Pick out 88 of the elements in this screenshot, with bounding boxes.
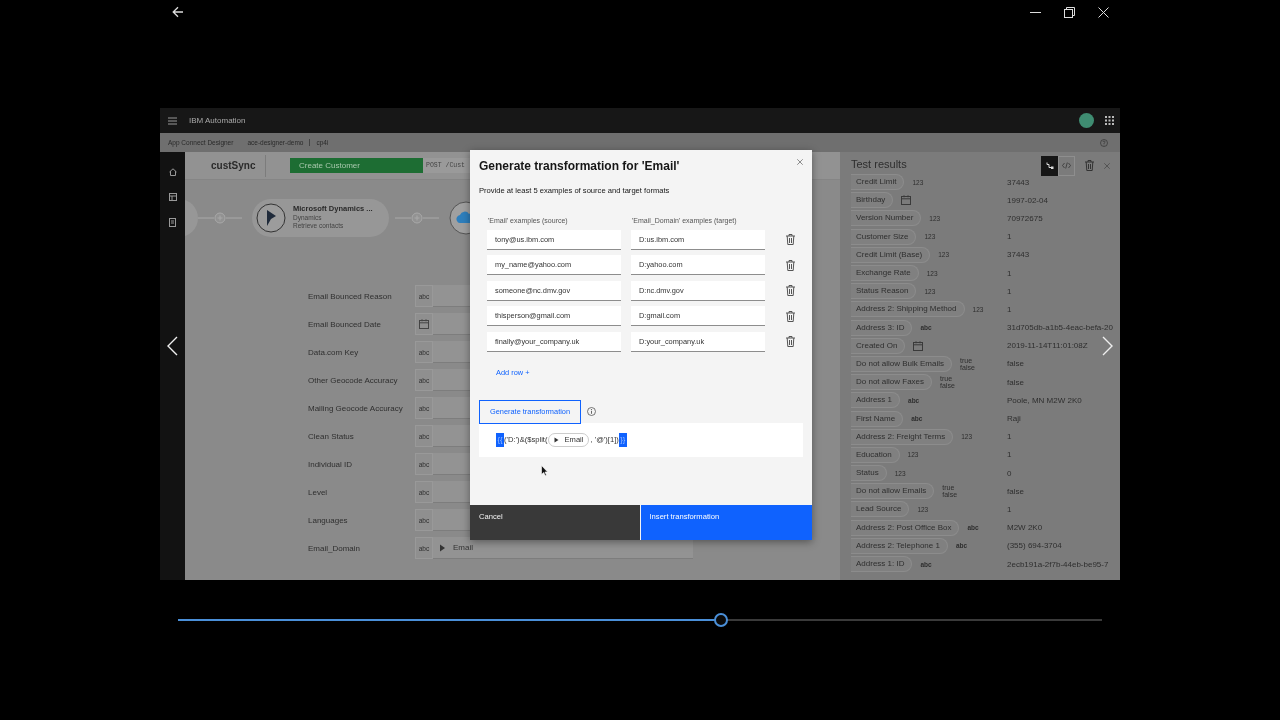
field-tag: Customer Size [851, 228, 917, 245]
field-label: Email Bounced Date [308, 319, 382, 329]
field-tag: Address 2: Telephone 1 [851, 537, 948, 554]
dynamics-logo-icon [256, 203, 286, 233]
field-tag: Lead Source [851, 501, 910, 518]
seek-handle[interactable] [714, 613, 729, 627]
calendar-icon [901, 195, 912, 206]
delete-icon[interactable] [786, 285, 795, 296]
field-value: false [1007, 377, 1024, 387]
field-tag: Address 3: ID [851, 319, 913, 336]
field-label: Languages [308, 515, 349, 525]
field-value: 1 [1007, 286, 1012, 296]
field-value: M2W 2K0 [1007, 523, 1043, 533]
dynamics-icon [439, 543, 446, 552]
product-name: IBM Automation [189, 116, 246, 125]
connector-drawing [198, 212, 242, 224]
field-value: false [1007, 486, 1024, 496]
field-tag: Address 2: Freight Terms [851, 428, 954, 445]
delete-icon[interactable] [1085, 160, 1094, 171]
field-tag: Version Number [851, 210, 922, 227]
menu-icon[interactable] [168, 116, 177, 125]
field-value: 37443 [1007, 250, 1030, 260]
document-icon[interactable] [169, 218, 176, 227]
flow-name: custSync [211, 160, 257, 171]
field-tag: Do not allow Faxes [851, 374, 933, 391]
field-label: Other Geocode Accuracy [308, 375, 399, 385]
field-tag: Do not allow Bulk Emails [851, 355, 953, 372]
field-tag: Address 1: ID [851, 556, 913, 573]
field-label: Data.com Key [308, 347, 360, 357]
delete-icon[interactable] [786, 234, 795, 245]
dashboard-icon[interactable] [168, 193, 177, 201]
field-tag: Education [851, 446, 900, 463]
previous-icon[interactable] [166, 336, 178, 356]
field-value: false [1007, 359, 1024, 369]
field-label: Level [308, 487, 329, 497]
field-tag: Status [851, 465, 887, 482]
delete-icon[interactable] [786, 310, 795, 322]
field-tag: Address 2: Post Office Box [851, 519, 960, 536]
dynamics-icon [554, 436, 560, 443]
panel-title: Test results [851, 158, 908, 170]
field-tag: Exchange Rate [851, 265, 919, 282]
field-value: 1 [1007, 268, 1012, 278]
field-value: 1 [1007, 450, 1012, 460]
info-icon[interactable] [587, 407, 596, 416]
field-value: 2019-11-14T11:01:08Z [1007, 341, 1088, 351]
field-value: Raji [1007, 414, 1021, 424]
field-tag: First Name [851, 410, 904, 427]
field-value: 1 [1007, 232, 1012, 242]
code-icon [1062, 162, 1071, 169]
field-label: Individual ID [308, 459, 354, 469]
field-label: Clean Status [308, 431, 355, 441]
field-tag: Credit Limit (Base) [851, 246, 931, 263]
field-value: 1997-02-04 [1007, 195, 1048, 205]
app-switcher-icon[interactable] [1105, 116, 1114, 125]
field-tag: Address 2: Shipping Method [851, 301, 965, 318]
cursor-icon [541, 465, 548, 476]
home-icon[interactable] [168, 168, 177, 176]
field-value: 2ecb191a-2f7b-44eb-be95-7 [1007, 559, 1109, 569]
mapping-chip[interactable]: Email [439, 543, 473, 552]
field-value: 31d705db-a1b5-4eac-befa-20 [1007, 323, 1113, 333]
back-icon[interactable] [172, 6, 184, 18]
delete-icon[interactable] [786, 259, 795, 271]
field-tag: Birthday [851, 192, 894, 209]
field-tag: Credit Limit [851, 174, 905, 191]
tree-view-tab[interactable] [1041, 155, 1058, 176]
field-value: 1 [1007, 432, 1012, 442]
field-value: 1 [1007, 304, 1012, 314]
tree-icon [1045, 161, 1054, 170]
field-tag: Do not allow Emails [851, 483, 935, 500]
delete-icon[interactable] [786, 336, 795, 347]
field-tag: Status Reason [851, 283, 917, 300]
field-label: Email Bounced Reason [308, 291, 393, 301]
field-value: Poole, MN M2W 2K0 [1007, 395, 1082, 405]
field-tag: Address 1 [851, 392, 901, 409]
calendar-icon [913, 340, 924, 351]
calendar-icon [419, 319, 429, 329]
next-icon[interactable] [1102, 336, 1114, 356]
field-value: 1 [1007, 504, 1012, 514]
field-label: Email_Domain [308, 543, 362, 553]
operation-tab[interactable]: Create Customer [290, 158, 423, 173]
field-value: 37443 [1007, 177, 1030, 187]
restore-icon[interactable] [1064, 6, 1075, 18]
field-label: Mailing Geocode Accuracy [308, 403, 404, 413]
field-tag: Created On [851, 337, 906, 354]
avatar[interactable] [1079, 113, 1094, 128]
connector-drawing [395, 212, 439, 224]
field-value: 70972675 [1007, 213, 1043, 223]
field-value: (355) 694-3704 [1007, 541, 1062, 551]
